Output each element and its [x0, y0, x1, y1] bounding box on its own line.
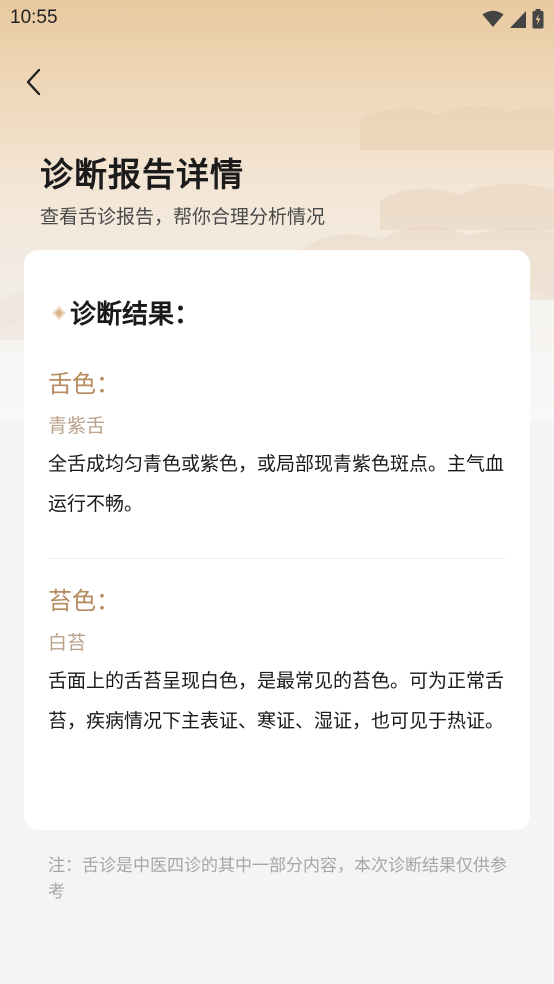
- coating-color-section: 苔色： 白苔 舌面上的舌苔呈现白色，是最常见的苔色。可为正常舌苔，疾病情况下主表…: [48, 587, 508, 741]
- result-header: 诊断结果：: [48, 294, 200, 331]
- status-icons: [482, 8, 544, 30]
- section-divider: [48, 558, 506, 559]
- result-title: 诊断结果：: [70, 300, 201, 330]
- disclaimer-note: 注：舌诊是中医四诊的其中一部分内容，本次诊断结果仅供参考: [48, 856, 507, 902]
- wifi-icon: [482, 10, 504, 27]
- signal-icon: [510, 10, 526, 28]
- diamond-icon: [48, 302, 70, 324]
- chevron-left-icon: [26, 68, 41, 96]
- section-type: 青紫舌: [48, 414, 106, 437]
- section-heading: 舌色：: [48, 370, 120, 398]
- section-description: 舌面上的舌苔呈现白色，是最常见的苔色。可为正常舌苔，疾病情况下主表证、寒证、湿证…: [48, 669, 505, 732]
- back-button[interactable]: [14, 60, 54, 104]
- diagnosis-card: 诊断结果： 舌色： 青紫舌 全舌成均匀青色或紫色，或局部现青紫色斑点。主气血运行…: [24, 250, 530, 830]
- page-title: 诊断报告详情: [40, 155, 244, 194]
- battery-charging-icon: [532, 9, 544, 29]
- section-heading: 苔色：: [48, 587, 120, 615]
- page-subtitle: 查看舌诊报告，帮你合理分析情况: [40, 206, 326, 228]
- tongue-color-section: 舌色： 青紫舌 全舌成均匀青色或紫色，或局部现青紫色斑点。主气血运行不畅。: [48, 370, 508, 524]
- status-time: 10:55: [10, 7, 58, 28]
- section-description: 全舌成均匀青色或紫色，或局部现青紫色斑点。主气血运行不畅。: [48, 452, 505, 515]
- status-bar: 10:55: [0, 0, 554, 38]
- section-type: 白苔: [48, 631, 87, 654]
